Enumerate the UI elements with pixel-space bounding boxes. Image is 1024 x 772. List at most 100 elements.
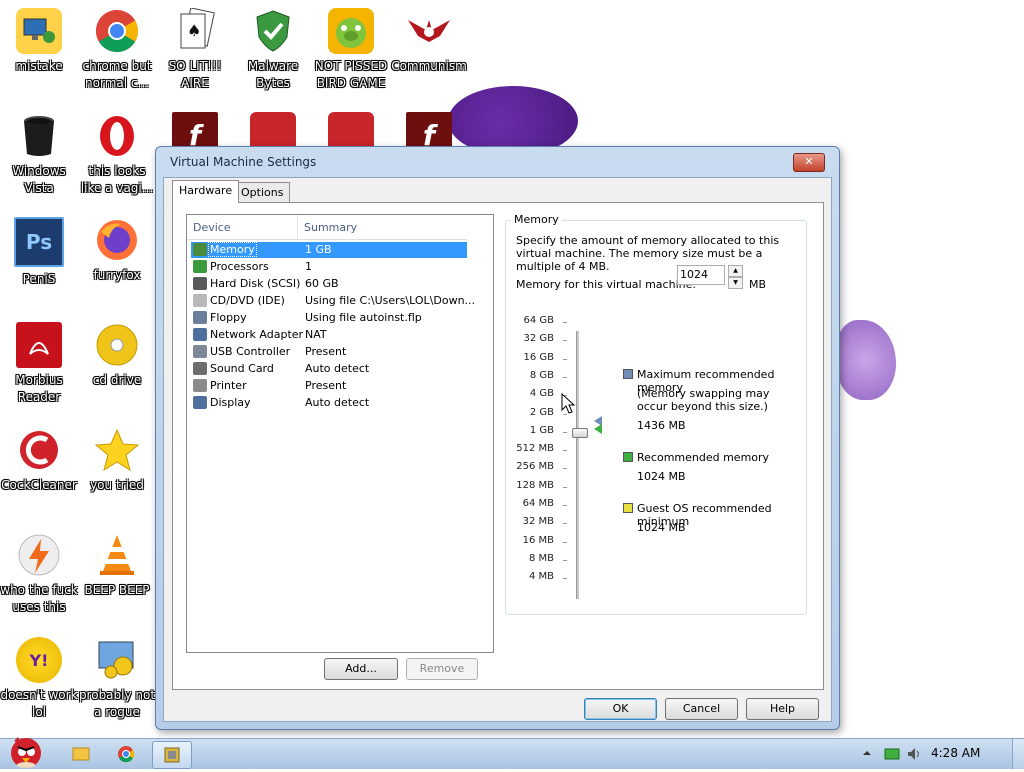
desktop-icon-cd-drive[interactable]: cd drive [78, 322, 156, 389]
scale-label: 16 GB [523, 351, 554, 363]
recommended-legend-icon [623, 452, 633, 462]
memory-slider-track[interactable] [576, 331, 579, 599]
show-hidden-icons-button[interactable] [862, 748, 872, 758]
taskbar-chrome[interactable] [107, 741, 145, 767]
column-header-summary[interactable]: Summary [304, 221, 357, 234]
help-button[interactable]: Help [746, 698, 819, 720]
scale-label: 1 GB [529, 424, 554, 436]
scale-tick [563, 523, 567, 525]
scale-label: 2 GB [529, 406, 554, 418]
memory-slider-thumb[interactable] [572, 427, 588, 438]
sound-card-icon [193, 362, 207, 375]
device-row[interactable]: Network Adapter NAT [191, 327, 467, 343]
device-name: Network Adapter [210, 328, 304, 341]
scale-label: 16 MB [522, 534, 554, 546]
cancel-button[interactable]: Cancel [665, 698, 738, 720]
ok-button[interactable]: OK [584, 698, 657, 720]
device-list[interactable]: Device Summary Memory 1 GB Processors 1 Hard… [186, 214, 494, 653]
taskbar-vmware[interactable] [152, 741, 192, 769]
taskbar-clock[interactable]: 4:28 AM [931, 746, 980, 760]
desktop-icon-cockcleaner[interactable]: CockCleaner [0, 427, 78, 494]
virtual-machine-settings-dialog: Virtual Machine Settings ✕ Hardware Opti… [155, 146, 840, 730]
desktop-icon-label: doesn't work lol [0, 688, 78, 719]
device-row[interactable]: Floppy Using file autoinst.flp [191, 310, 467, 326]
desktop-icon-who-uses-this[interactable]: who the fuck uses this [0, 532, 78, 616]
close-icon: ✕ [804, 155, 814, 168]
max-recommended-legend-icon [623, 369, 633, 379]
dialog-titlebar[interactable]: Virtual Machine Settings ✕ [156, 147, 839, 177]
mouse-cursor-icon [561, 393, 576, 414]
volume-tray-icon[interactable] [906, 746, 922, 762]
remove-button[interactable]: Remove [406, 658, 478, 680]
desktop-icon-communism[interactable]: Communism [390, 8, 468, 75]
desktop-icon-beep-beep[interactable]: BEEP BEEP [78, 532, 156, 599]
scale-label: 32 MB [522, 516, 554, 528]
desktop-icon-label: SO LIT!!! AIRE [168, 59, 222, 90]
taskbar-explorer[interactable] [62, 741, 100, 767]
desktop-icon-label: you tried [90, 478, 144, 492]
max-recommended-value: 1436 MB [637, 419, 686, 432]
close-button[interactable]: ✕ [793, 153, 825, 172]
add-button[interactable]: Add... [324, 658, 398, 680]
desktop-icon-label: mistake [15, 59, 63, 73]
desktop-icon-not-a-rogue[interactable]: probably not a rogue [78, 637, 156, 721]
device-name: Display [210, 396, 251, 409]
desktop-icon-so-lit[interactable]: ♠ SO LIT!!! AIRE [156, 8, 234, 92]
desktop-icon-photoshop[interactable]: Ps PeniS [0, 217, 78, 288]
scale-tick [563, 486, 567, 488]
adobe-reader-icon [16, 322, 62, 368]
guest-os-minimum-value: 1024 MB [637, 521, 686, 534]
device-row[interactable]: Display Auto detect [191, 395, 467, 411]
explorer-icon [72, 747, 90, 761]
memory-field-label: Memory for this virtual machine: [516, 278, 697, 291]
tab-options[interactable]: Options [234, 182, 291, 203]
spin-up-arrow-icon[interactable]: ▲ [728, 265, 743, 277]
recommended-value: 1024 MB [637, 470, 686, 483]
device-summary: 1 [305, 260, 312, 273]
desktop-icon-label: who the fuck uses this [0, 583, 78, 614]
memory-size-input[interactable]: 1024 [677, 265, 725, 285]
computer-monitor-icon [16, 8, 62, 54]
desktop-icon-label: Morbius Reader [15, 373, 63, 404]
device-summary: Auto detect [305, 362, 370, 375]
column-header-device[interactable]: Device [193, 221, 231, 234]
dialog-client-area: Hardware Options Device Summary Memory 1 … [163, 177, 832, 722]
column-separator[interactable] [297, 215, 298, 239]
scale-label: 8 MB [528, 552, 554, 564]
desktop-icon-you-tried[interactable]: you tried [78, 427, 156, 494]
desktop-icon-mistake[interactable]: mistake [0, 8, 78, 75]
device-row[interactable]: Printer Present [191, 378, 467, 394]
desktop-icon-label: cd drive [92, 373, 142, 387]
shield-check-icon [250, 8, 296, 54]
show-desktop-button[interactable] [1012, 739, 1024, 769]
scale-tick [563, 340, 567, 342]
start-button[interactable] [4, 733, 46, 769]
desktop-icon-label: Windows Vista [12, 164, 66, 195]
scale-label: 256 MB [516, 461, 554, 473]
desktop-icon-morbius-reader[interactable]: Morbius Reader [0, 322, 78, 406]
spin-down-arrow-icon[interactable]: ▼ [728, 277, 743, 289]
device-row[interactable]: USB Controller Present [191, 344, 467, 360]
desktop-icon-opera[interactable]: this looks like a vagi... [78, 113, 156, 197]
device-row[interactable]: CD/DVD (IDE) Using file C:\Users\LOL\Down… [191, 293, 475, 309]
tab-hardware[interactable]: Hardware [172, 180, 240, 203]
floppy-icon [193, 311, 207, 324]
desktop-icon-yahoo[interactable]: Y! doesn't work lol [0, 637, 78, 721]
device-row[interactable]: Processors 1 [191, 259, 467, 275]
ccleaner-icon [16, 427, 62, 473]
desktop-icon-chrome[interactable]: chrome but normal c... [78, 8, 156, 92]
network-tray-icon[interactable] [884, 747, 900, 761]
cd-dvd-icon [193, 294, 207, 307]
network-adapter-icon [193, 328, 207, 341]
vlc-cone-icon [94, 532, 140, 578]
device-row[interactable]: Memory 1 GB [191, 242, 467, 258]
device-name: Processors [210, 260, 269, 273]
device-row[interactable]: Hard Disk (SCSI) 60 GB [191, 276, 467, 292]
desktop-icon-not-pissed-bird-game[interactable]: NOT PISSED BIRD GAME [312, 8, 390, 92]
desktop-icon-malware-bytes[interactable]: Malware Bytes [234, 8, 312, 92]
lightning-bolt-icon [16, 532, 62, 578]
desktop-icon-windows-vista[interactable]: Windows Vista [0, 113, 78, 197]
desktop-icon-furryfox[interactable]: furryfox [78, 217, 156, 284]
device-row[interactable]: Sound Card Auto detect [191, 361, 467, 377]
memory-spinner[interactable]: ▲ ▼ [728, 265, 743, 289]
